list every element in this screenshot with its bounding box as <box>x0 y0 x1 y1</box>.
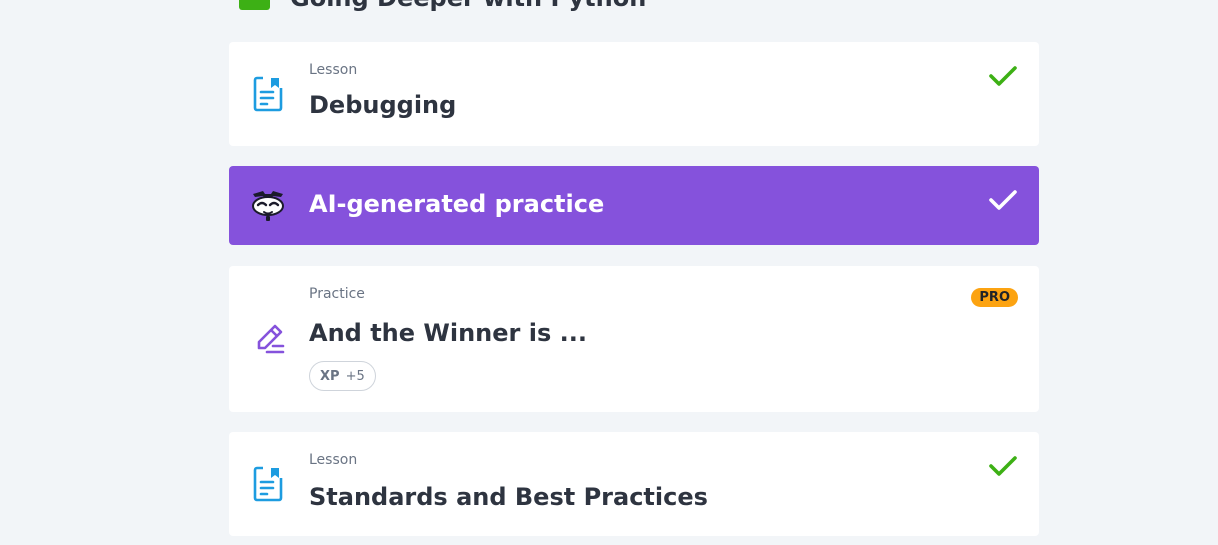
pro-badge: PRO <box>971 288 1018 307</box>
item-title: AI-generated practice <box>309 190 605 218</box>
completed-check-icon <box>989 190 1017 210</box>
completed-check-icon <box>989 66 1017 86</box>
ai-practice-card[interactable]: AI-generated practice <box>229 166 1039 245</box>
item-title: And the Winner is ... <box>309 319 587 347</box>
xp-reward-pill: XP +5 <box>309 361 376 391</box>
xp-value: +5 <box>345 368 365 384</box>
section-title: Going Deeper with Python <box>290 0 646 12</box>
practice-card-and-the-winner-is[interactable]: Practice And the Winner is ... PRO XP +5 <box>229 266 1039 412</box>
course-page: Going Deeper with Python Lesson Debuggin… <box>0 0 1218 545</box>
lesson-card-standards-and-best-practices[interactable]: Lesson Standards and Best Practices <box>229 432 1039 536</box>
item-kind-label: Lesson <box>309 452 358 468</box>
xp-label: XP <box>320 368 340 384</box>
item-kind-label: Lesson <box>309 62 358 78</box>
item-kind-label: Practice <box>309 286 365 302</box>
section-header: Going Deeper with Python <box>239 0 646 12</box>
lesson-card-debugging[interactable]: Lesson Debugging <box>229 42 1039 146</box>
item-title: Standards and Best Practices <box>309 483 708 511</box>
section-status-marker <box>239 0 270 10</box>
practice-pencil-icon <box>257 324 285 354</box>
lesson-document-icon <box>253 76 283 112</box>
ai-face-icon <box>252 191 284 221</box>
lesson-document-icon <box>253 466 283 502</box>
completed-check-icon <box>989 456 1017 476</box>
item-title: Debugging <box>309 91 457 119</box>
